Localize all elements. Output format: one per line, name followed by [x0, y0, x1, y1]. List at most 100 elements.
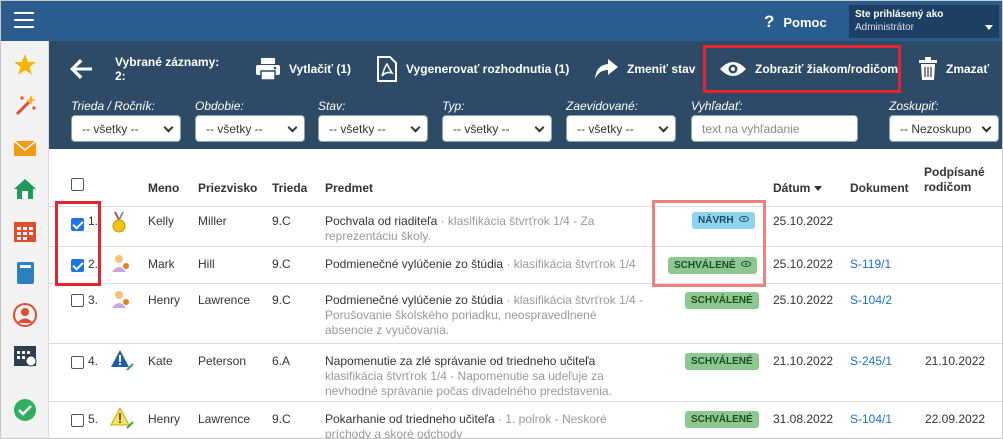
filter-state-select[interactable]: -- všetky --: [318, 115, 428, 142]
filter-type: Typ: -- všetky --: [442, 99, 552, 142]
row-checkbox[interactable]: [71, 414, 84, 427]
generate-decisions-button[interactable]: Vygenerovať rozhodnutia (1): [376, 41, 569, 97]
row-date: 21.10.2022: [773, 354, 834, 368]
arrow-left-icon: [70, 59, 92, 79]
user-menu[interactable]: Ste prihlásený ako Administrátor: [849, 5, 999, 38]
select-all-checkbox[interactable]: [71, 178, 84, 191]
row-surname: Hill: [198, 257, 215, 271]
warning-yellow-icon: [110, 406, 134, 432]
user-caption: Ste prihlásený ako: [855, 9, 944, 20]
row-document-link[interactable]: S-104/1: [850, 412, 892, 426]
table-header: Meno Priezvisko Trieda Predmet Dátum Dok…: [49, 157, 1002, 207]
check-circle-icon[interactable]: [13, 398, 37, 422]
schedule-icon[interactable]: [13, 343, 37, 367]
menu-icon[interactable]: [14, 12, 34, 28]
table-row[interactable]: 1. Kelly Miller 9.C Pochvala od riaditeľ…: [49, 207, 1002, 247]
row-subject-desc1: · klasifikácia štvrťrok 1/4 - Za: [437, 214, 595, 228]
table-row[interactable]: 2. Mark Hill 9.C Podmienečné vylúčenie z…: [49, 247, 1002, 284]
filter-class-select[interactable]: -- všetky --: [71, 115, 181, 142]
row-subject-desc2: klasifikácia štvrťrok 1/4 - Napomenutie …: [325, 369, 604, 383]
row-class: 9.C: [272, 214, 291, 228]
row-subject: Pokarhanie od triedneho učiteľa · 1. pol…: [325, 412, 655, 439]
row-subject: Podmienečné vylúčenie zo štúdia · klasif…: [325, 257, 685, 271]
row-subject-title: Podmienečné vylúčenie zo štúdia: [325, 257, 504, 271]
row-name: Henry: [148, 412, 181, 426]
row-document-link[interactable]: S-119/1: [850, 257, 891, 271]
printer-icon: [256, 58, 280, 81]
delete-button[interactable]: Zmazať: [918, 41, 989, 97]
sidebar: [1, 41, 49, 438]
user-icon[interactable]: [13, 303, 37, 327]
row-subject-title: Napomenutie za zlé správanie od triedneh…: [325, 354, 596, 368]
status-badge: SCHVÁLENÉ: [685, 292, 759, 309]
top-bar: ? Pomoc Ste prihlásený ako Administrátor: [1, 1, 1002, 41]
filter-type-value: -- všetky --: [453, 122, 510, 136]
row-date: 25.10.2022: [773, 257, 834, 271]
generate-decisions-label: Vygenerovať rozhodnutia (1): [406, 62, 570, 76]
action-toolbar: Vybrané záznamy: 2: Vytlačiť (1) Vygener…: [49, 41, 1002, 97]
chevron-down-icon: [287, 122, 298, 133]
table-row[interactable]: 4. Kate Peterson 6.A Napomenutie za zlé …: [49, 344, 1002, 402]
filter-period-select[interactable]: -- všetky --: [195, 115, 305, 142]
mail-icon[interactable]: [13, 136, 37, 160]
magic-wand-icon[interactable]: [13, 93, 37, 117]
search-placeholder: text na vyhľadanie: [702, 122, 800, 136]
header-signed-line1: Podpísané: [924, 165, 985, 179]
filter-period-label: Obdobie:: [195, 99, 244, 113]
filter-group-select[interactable]: -- Nezoskupo: [889, 115, 999, 142]
filter-class-label: Trieda / Ročník:: [71, 99, 155, 113]
help-link[interactable]: ? Pomoc: [764, 12, 827, 32]
header-subject[interactable]: Predmet: [325, 181, 373, 195]
book-icon[interactable]: [13, 261, 37, 285]
filter-class-value: -- všetky --: [82, 122, 139, 136]
filter-bar: Trieda / Ročník: -- všetky -- Obdobie: -…: [49, 97, 1002, 149]
row-class: 9.C: [272, 412, 291, 426]
row-name: Kate: [148, 354, 173, 368]
row-document-link[interactable]: S-104/2: [850, 293, 892, 307]
help-label: Pomoc: [783, 14, 827, 30]
chevron-down-icon: [163, 122, 174, 133]
header-class[interactable]: Trieda: [272, 181, 307, 195]
row-name: Kelly: [148, 214, 175, 228]
row-checkbox[interactable]: [71, 294, 84, 307]
calendar-icon[interactable]: [13, 219, 37, 243]
filter-group-value: -- Nezoskupo: [900, 122, 972, 136]
row-subject: Podmienečné vylúčenie zo štúdia · klasif…: [325, 293, 675, 338]
home-icon[interactable]: [13, 177, 37, 201]
star-icon[interactable]: [13, 53, 37, 77]
table-row[interactable]: 3. Henry Lawrence 9.C Podmienečné vylúče…: [49, 284, 1002, 344]
pdf-file-icon: [377, 56, 397, 82]
row-checkbox[interactable]: [71, 356, 84, 369]
help-icon: ?: [764, 12, 775, 31]
filter-search-label: Vyhľadať:: [691, 99, 743, 113]
table-row[interactable]: 5. Henry Lawrence 9.C Pokarhanie od trie…: [49, 402, 1002, 439]
filter-registered-select[interactable]: -- všetky --: [566, 115, 676, 142]
change-state-button[interactable]: Zmeniť stav: [593, 41, 695, 97]
filter-state-label: Stav:: [318, 99, 346, 113]
header-surname[interactable]: Priezvisko: [198, 181, 257, 195]
row-subject-desc1: · klasifikácia štvrťrok 1/4 -: [503, 293, 643, 307]
row-subject-desc2: príchody a skoré odchody: [325, 427, 463, 439]
header-signed[interactable]: Podpísané rodičom: [924, 165, 985, 195]
print-button[interactable]: Vytlačiť (1): [255, 41, 351, 97]
filter-type-label: Typ:: [442, 99, 465, 113]
search-input[interactable]: text na vyhľadanie: [691, 115, 858, 142]
status-badge: SCHVÁLENÉ: [685, 353, 759, 370]
sort-down-icon: [814, 185, 823, 191]
filter-group-label: Zoskupiť:: [889, 99, 939, 113]
medal-icon: [109, 211, 129, 236]
header-name[interactable]: Meno: [148, 181, 179, 195]
change-state-label: Zmeniť stav: [627, 62, 696, 76]
selected-records: Vybrané záznamy: 2:: [115, 55, 219, 83]
row-document-link[interactable]: S-245/1: [850, 354, 892, 368]
header-document[interactable]: Dokument: [850, 181, 909, 195]
row-signed-date: 22.09.2022: [925, 412, 986, 426]
status-badge-label: SCHVÁLENÉ: [691, 295, 753, 306]
filter-type-select[interactable]: -- všetky --: [442, 115, 552, 142]
back-button[interactable]: [69, 41, 101, 97]
row-subject: Pochvala od riaditeľa · klasifikácia štv…: [325, 214, 655, 244]
header-date[interactable]: Dátum: [773, 181, 823, 195]
highlight-frame: [652, 200, 766, 287]
filter-period-value: -- všetky --: [206, 122, 263, 136]
row-subject-title: Podmienečné vylúčenie zo štúdia: [325, 293, 504, 307]
